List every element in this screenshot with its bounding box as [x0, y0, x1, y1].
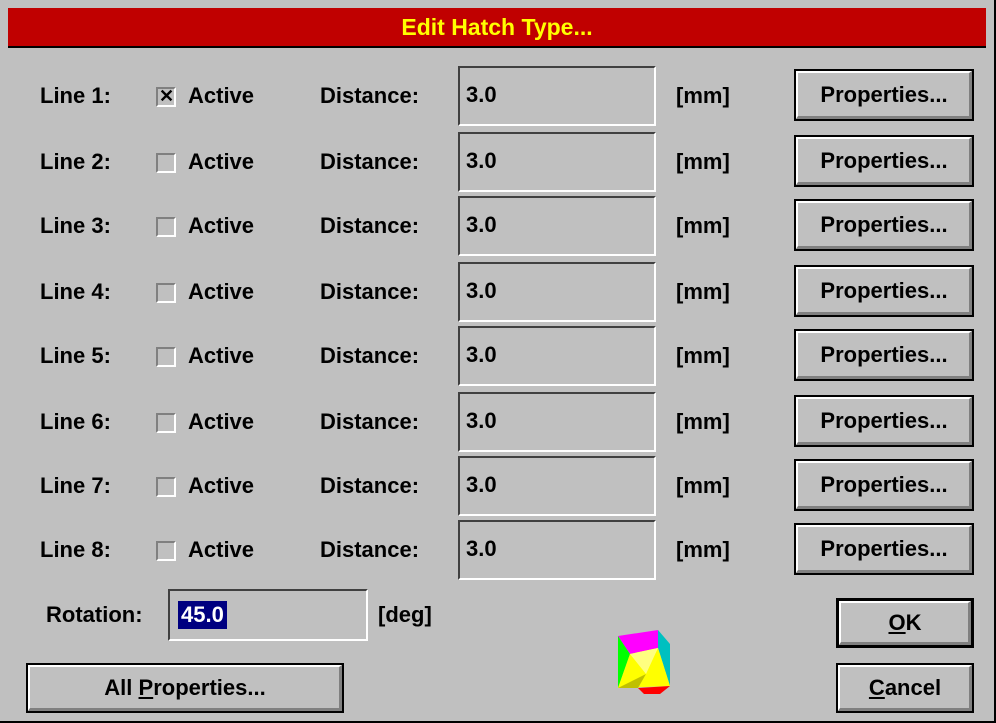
line-1-distance-label: Distance:: [320, 83, 420, 108]
hatch-cube-icon: [608, 628, 672, 694]
line-4-label: Line 4:: [40, 279, 111, 304]
cancel-button[interactable]: Cancel: [836, 663, 974, 713]
dialog-title: Edit Hatch Type...: [401, 13, 593, 40]
line-1-properties-button[interactable]: Properties...: [794, 69, 974, 121]
line-5-active-label: Active: [188, 343, 255, 368]
line-1-properties-label: Properties...: [820, 82, 948, 107]
line-1-distance-input[interactable]: 3.0: [458, 66, 656, 126]
all-properties-label: All Properties...: [104, 675, 266, 700]
line-7-label: Line 7:: [40, 473, 111, 498]
line-7-distance-label: Distance:: [320, 473, 420, 498]
line-6-active-checkbox[interactable]: [156, 413, 176, 433]
line-8-active-label: Active: [188, 537, 255, 562]
line-5-active-checkbox[interactable]: [156, 347, 176, 367]
line-2-unit: [mm]: [676, 149, 730, 174]
line-1-unit: [mm]: [676, 83, 730, 108]
edit-hatch-dialog: Edit Hatch Type... Line 1: ✕ Active Dist…: [0, 0, 996, 723]
line-6-active-label: Active: [188, 409, 255, 434]
line-3-active-label: Active: [188, 213, 255, 238]
line-8-distance-input[interactable]: 3.0: [458, 520, 656, 580]
rotation-input[interactable]: 45.0: [168, 589, 368, 641]
line-7-active-label: Active: [188, 473, 255, 498]
line-8-properties-label: Properties...: [820, 536, 948, 561]
line-6-properties-label: Properties...: [820, 408, 948, 433]
line-8-label: Line 8:: [40, 537, 111, 562]
rotation-unit: [deg]: [378, 602, 432, 627]
line-4-distance-label: Distance:: [320, 279, 420, 304]
line-1-active-checkbox[interactable]: ✕: [156, 86, 176, 107]
line-6-label: Line 6:: [40, 409, 111, 434]
line-7-properties-button[interactable]: Properties...: [794, 459, 974, 511]
title-bar: Edit Hatch Type...: [8, 8, 986, 48]
line-2-properties-label: Properties...: [820, 148, 948, 173]
line-4-distance-input[interactable]: 3.0: [458, 262, 656, 322]
line-6-unit: [mm]: [676, 409, 730, 434]
line-3-label: Line 3:: [40, 213, 111, 238]
line-5-distance-input[interactable]: 3.0: [458, 326, 656, 386]
line-4-unit: [mm]: [676, 279, 730, 304]
line-2-active-checkbox[interactable]: [156, 153, 176, 173]
line-2-distance-input[interactable]: 3.0: [458, 132, 656, 192]
line-2-label: Line 2:: [40, 149, 111, 174]
line-4-active-label: Active: [188, 279, 255, 304]
line-3-unit: [mm]: [676, 213, 730, 238]
line-5-label: Line 5:: [40, 343, 111, 368]
line-4-active-checkbox[interactable]: [156, 283, 176, 303]
line-7-active-checkbox[interactable]: [156, 477, 176, 497]
line-5-distance-label: Distance:: [320, 343, 420, 368]
line-3-active-checkbox[interactable]: [156, 217, 176, 237]
line-4-properties-label: Properties...: [820, 278, 948, 303]
line-6-distance-label: Distance:: [320, 409, 420, 434]
line-8-active-checkbox[interactable]: [156, 541, 176, 561]
line-5-unit: [mm]: [676, 343, 730, 368]
line-3-properties-label: Properties...: [820, 212, 948, 237]
line-1-label: Line 1:: [40, 83, 111, 108]
cancel-label: Cancel: [868, 675, 942, 700]
line-3-distance-input[interactable]: 3.0: [458, 196, 656, 256]
line-7-unit: [mm]: [676, 473, 730, 498]
line-3-distance-label: Distance:: [320, 213, 420, 238]
line-7-distance-input[interactable]: 3.0: [458, 456, 656, 516]
line-1-active-label: Active: [188, 83, 255, 108]
checkmark-icon: ✕: [159, 86, 175, 106]
line-2-distance-label: Distance:: [320, 149, 420, 174]
rotation-label: Rotation:: [46, 602, 143, 627]
line-2-properties-button[interactable]: Properties...: [794, 135, 974, 187]
line-2-active-label: Active: [188, 149, 255, 174]
line-8-unit: [mm]: [676, 537, 730, 562]
all-properties-button[interactable]: All Properties...: [26, 663, 344, 713]
ok-label: OK: [888, 610, 922, 635]
ok-button[interactable]: OK: [836, 598, 974, 648]
line-8-properties-button[interactable]: Properties...: [794, 523, 974, 575]
line-4-properties-button[interactable]: Properties...: [794, 265, 974, 317]
line-6-properties-button[interactable]: Properties...: [794, 395, 974, 447]
line-5-properties-label: Properties...: [820, 342, 948, 367]
line-8-distance-label: Distance:: [320, 537, 420, 562]
line-3-properties-button[interactable]: Properties...: [794, 199, 974, 251]
line-5-properties-button[interactable]: Properties...: [794, 329, 974, 381]
rotation-value: 45.0: [178, 601, 227, 629]
line-6-distance-input[interactable]: 3.0: [458, 392, 656, 452]
line-7-properties-label: Properties...: [820, 472, 948, 497]
